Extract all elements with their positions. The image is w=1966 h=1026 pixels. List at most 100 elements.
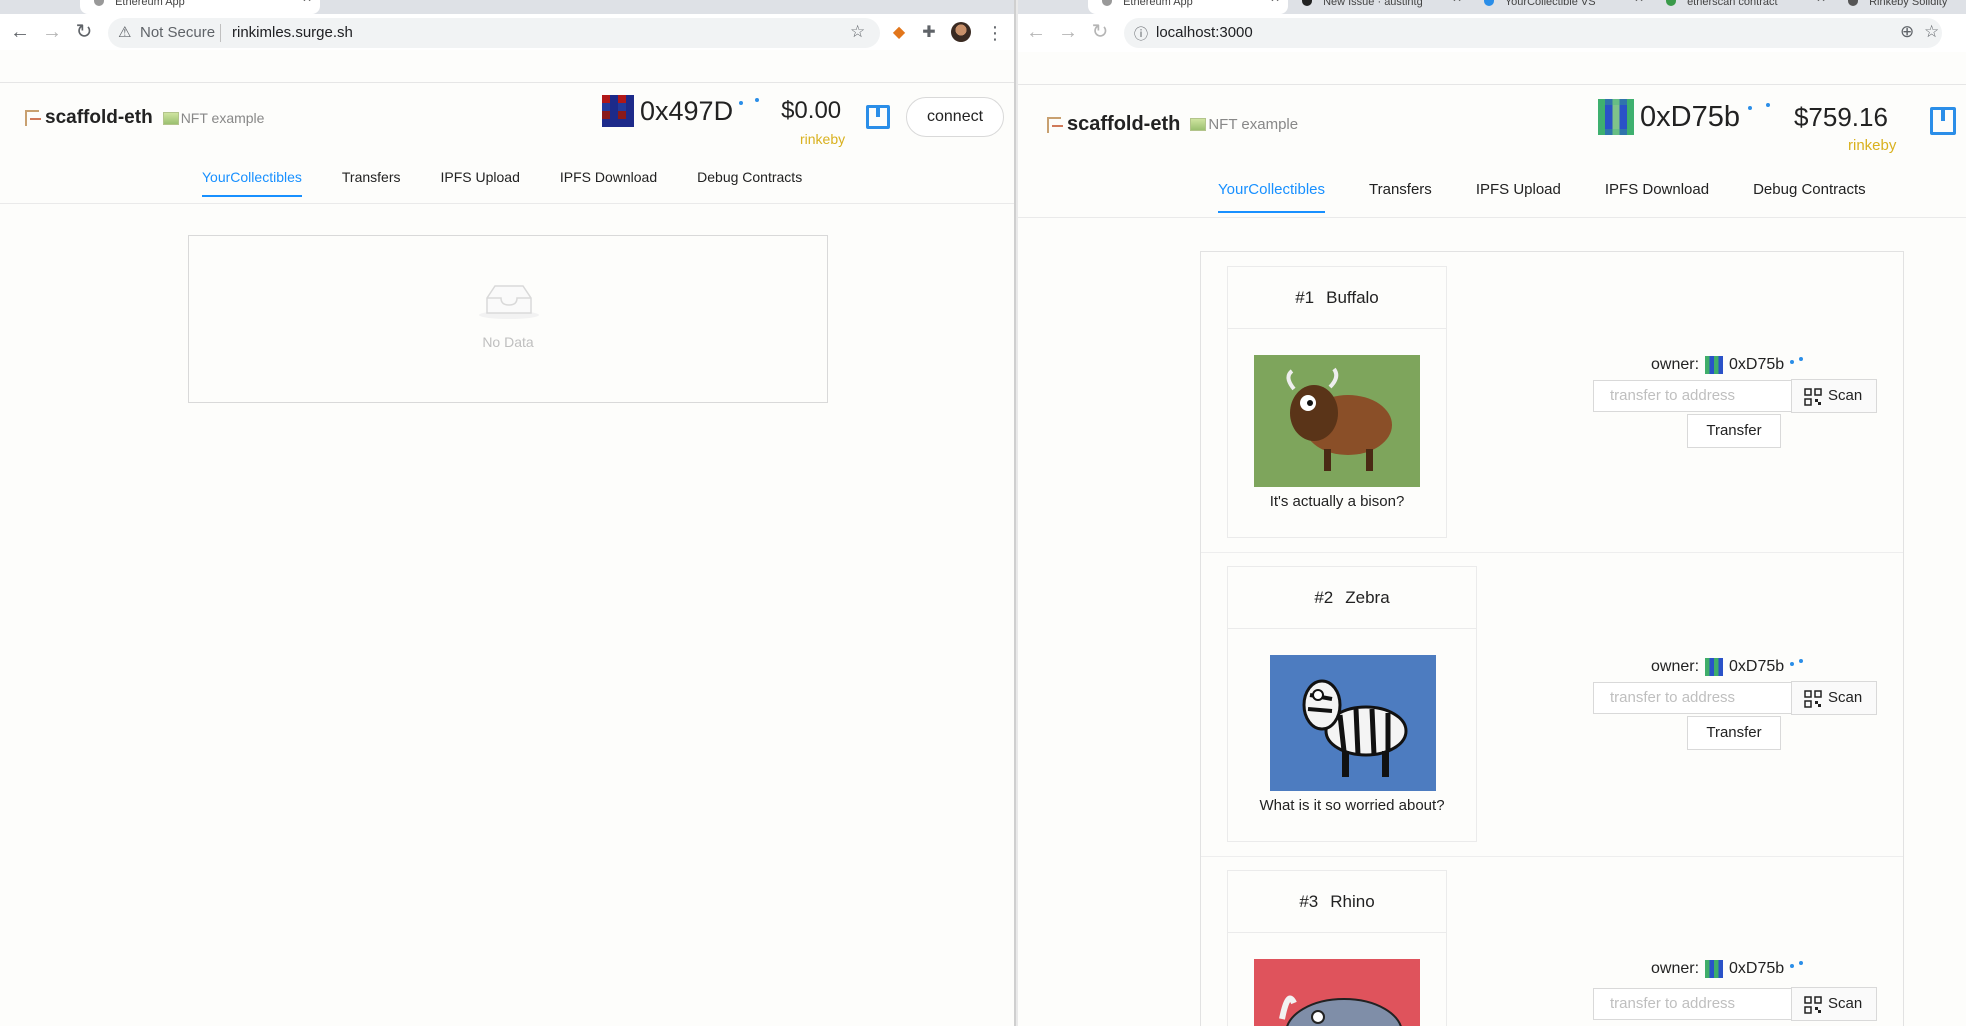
row-divider [1201,552,1903,553]
profile-avatar[interactable] [950,22,972,44]
browser-window-right: Ethereum App ✕ New Issue · austintg ✕ Yo… [1018,0,1966,1026]
account-address[interactable]: 0xD75b [1640,101,1740,134]
wallet-icon[interactable] [866,105,890,129]
scan-label: Scan [1828,689,1863,706]
tab-label: Rinkeby Solidity [1869,0,1948,8]
tab-label: etherscan contract [1687,0,1778,8]
transfer-button[interactable]: Transfer [1687,414,1781,448]
card-title: #3 Rhino [1228,871,1446,933]
address-bar-right[interactable]: ⓘ localhost:3000 ⊕ ☆ [1124,18,1942,48]
card-name: Buffalo [1326,288,1379,307]
transfer-address-input[interactable]: transfer to address [1593,988,1793,1020]
buffalo-illustration [1254,355,1420,487]
brand-right[interactable]: scaffold-eth NFT example [1044,113,1298,136]
main-menu: YourCollectibles Transfers IPFS Upload I… [202,169,802,197]
url-text[interactable]: localhost:3000 [1156,24,1253,41]
owner-address[interactable]: 0xD75b [1729,356,1784,374]
browser-toolbar-right: ← → ↻ ⓘ localhost:3000 ⊕ ☆ [1018,14,1966,52]
brand[interactable]: scaffold-eth NFT example [22,107,264,129]
card-number: #2 [1314,588,1334,607]
tab-label: Ethereum App [1123,0,1193,8]
forward-arrow-icon[interactable]: → [38,18,66,46]
zoom-icon[interactable]: ⊕ [1900,22,1914,42]
transfer-button[interactable]: Transfer [1687,716,1781,750]
transfer-address-input[interactable]: transfer to address [1593,682,1793,714]
scan-button[interactable]: Scan [1791,987,1877,1021]
account-widget: 0x497D $0.00 [602,95,841,127]
tab-etherscan[interactable]: etherscan contract ✕ [1652,0,1834,14]
scan-label: Scan [1828,995,1863,1012]
tab-yourcollectible[interactable]: YourCollectible VS ✕ [1470,0,1652,14]
tab-ipfs-upload[interactable]: IPFS Upload [440,169,519,185]
copy-icon[interactable] [1790,659,1804,675]
tab-ipfs-upload[interactable]: IPFS Upload [1476,181,1561,198]
browser-toolbar: ← → ↻ ⚠ Not Secure rinkimles.surge.sh ☆ … [0,14,1014,50]
card-title: #2 Zebra [1228,567,1476,629]
tab-ethereum-app[interactable]: Ethereum App ✕ [80,0,320,14]
transfer-address-input[interactable]: transfer to address [1593,380,1793,412]
tab-favicon-icon [1102,0,1112,6]
tab-debug-contracts[interactable]: Debug Contracts [1753,181,1866,198]
collectible-image-rhino [1254,959,1420,1026]
picture-icon [162,111,179,125]
github-icon [1302,0,1312,6]
tab-ipfs-download[interactable]: IPFS Download [1605,181,1709,198]
empty-inbox-icon [479,285,539,319]
row-divider [1201,856,1903,857]
bookmark-star-icon[interactable]: ☆ [850,22,865,42]
scan-button[interactable]: Scan [1791,681,1877,715]
copy-icon[interactable] [1747,103,1770,131]
owner-label: owner: [1651,356,1700,373]
owner-blockie-icon [1705,356,1724,374]
tab-transfers[interactable]: Transfers [1369,181,1432,198]
connect-button[interactable]: connect [906,97,1005,137]
kebab-menu-icon[interactable]: ⋮ [984,22,1006,44]
metamask-fox-icon[interactable]: ◆ [888,22,910,44]
tab-rinkeby-solidity[interactable]: Rinkeby Solidity [1834,0,1966,14]
security-label: Not Secure [140,24,216,41]
tab-strip-right: Ethereum App ✕ New Issue · austintg ✕ Yo… [1018,0,1966,14]
menu-divider [1018,217,1966,218]
forward-arrow-icon[interactable]: → [1054,18,1082,46]
account-widget-right: 0xD75b $759.16 [1598,99,1888,135]
copy-icon[interactable] [1790,357,1804,373]
owner-label: owner: [1651,960,1700,977]
url-text[interactable]: rinkimles.surge.sh [232,24,353,41]
extensions-puzzle-icon[interactable]: ✚ [918,22,940,44]
copy-icon[interactable] [1790,961,1804,977]
bookmark-star-icon[interactable]: ☆ [1924,22,1939,42]
browser-window-left: Ethereum App ✕ ← → ↻ ⚠ Not Secure rinkim… [0,0,1016,1026]
collectible-image-buffalo [1254,355,1420,487]
wallet-icon[interactable] [1930,107,1956,135]
address-bar[interactable]: ⚠ Not Secure rinkimles.surge.sh ☆ [108,18,880,48]
owner-blockie-icon [1705,960,1724,978]
card-number: #1 [1295,288,1315,307]
tab-your-collectibles[interactable]: YourCollectibles [202,169,302,197]
reload-icon[interactable]: ↻ [70,18,98,46]
tab-transfers[interactable]: Transfers [342,169,401,185]
scan-button[interactable]: Scan [1791,379,1877,413]
tab-ipfs-download[interactable]: IPFS Download [560,169,657,185]
tab-label: New Issue · austintg [1323,0,1423,8]
account-balance: $0.00 [781,97,842,124]
zebra-illustration [1270,655,1436,791]
tab-your-collectibles[interactable]: YourCollectibles [1218,181,1326,213]
owner-address[interactable]: 0xD75b [1729,658,1784,676]
brand-subtitle-text: NFT example [180,110,265,126]
warning-icon: ⚠ [118,24,132,41]
card-title: #1 Buffalo [1228,267,1446,329]
tab-debug-contracts[interactable]: Debug Contracts [697,169,802,185]
back-arrow-icon[interactable]: ← [6,18,34,46]
scaffold-logo-icon [1044,115,1064,135]
scan-label: Scan [1828,387,1863,404]
owner-address[interactable]: 0xD75b [1729,960,1784,978]
scaffold-logo-icon [22,108,42,128]
copy-icon[interactable] [739,98,760,124]
tab-github-issue[interactable]: New Issue · austintg ✕ [1288,0,1470,14]
reload-icon[interactable]: ↻ [1086,18,1114,46]
account-address[interactable]: 0x497D [640,96,733,127]
tab-ethereum-app-right[interactable]: Ethereum App ✕ [1088,0,1288,14]
empty-text: No Data [482,334,534,350]
collectible-card-rhino: #3 Rhino [1227,870,1447,1026]
back-arrow-icon[interactable]: ← [1022,18,1050,46]
